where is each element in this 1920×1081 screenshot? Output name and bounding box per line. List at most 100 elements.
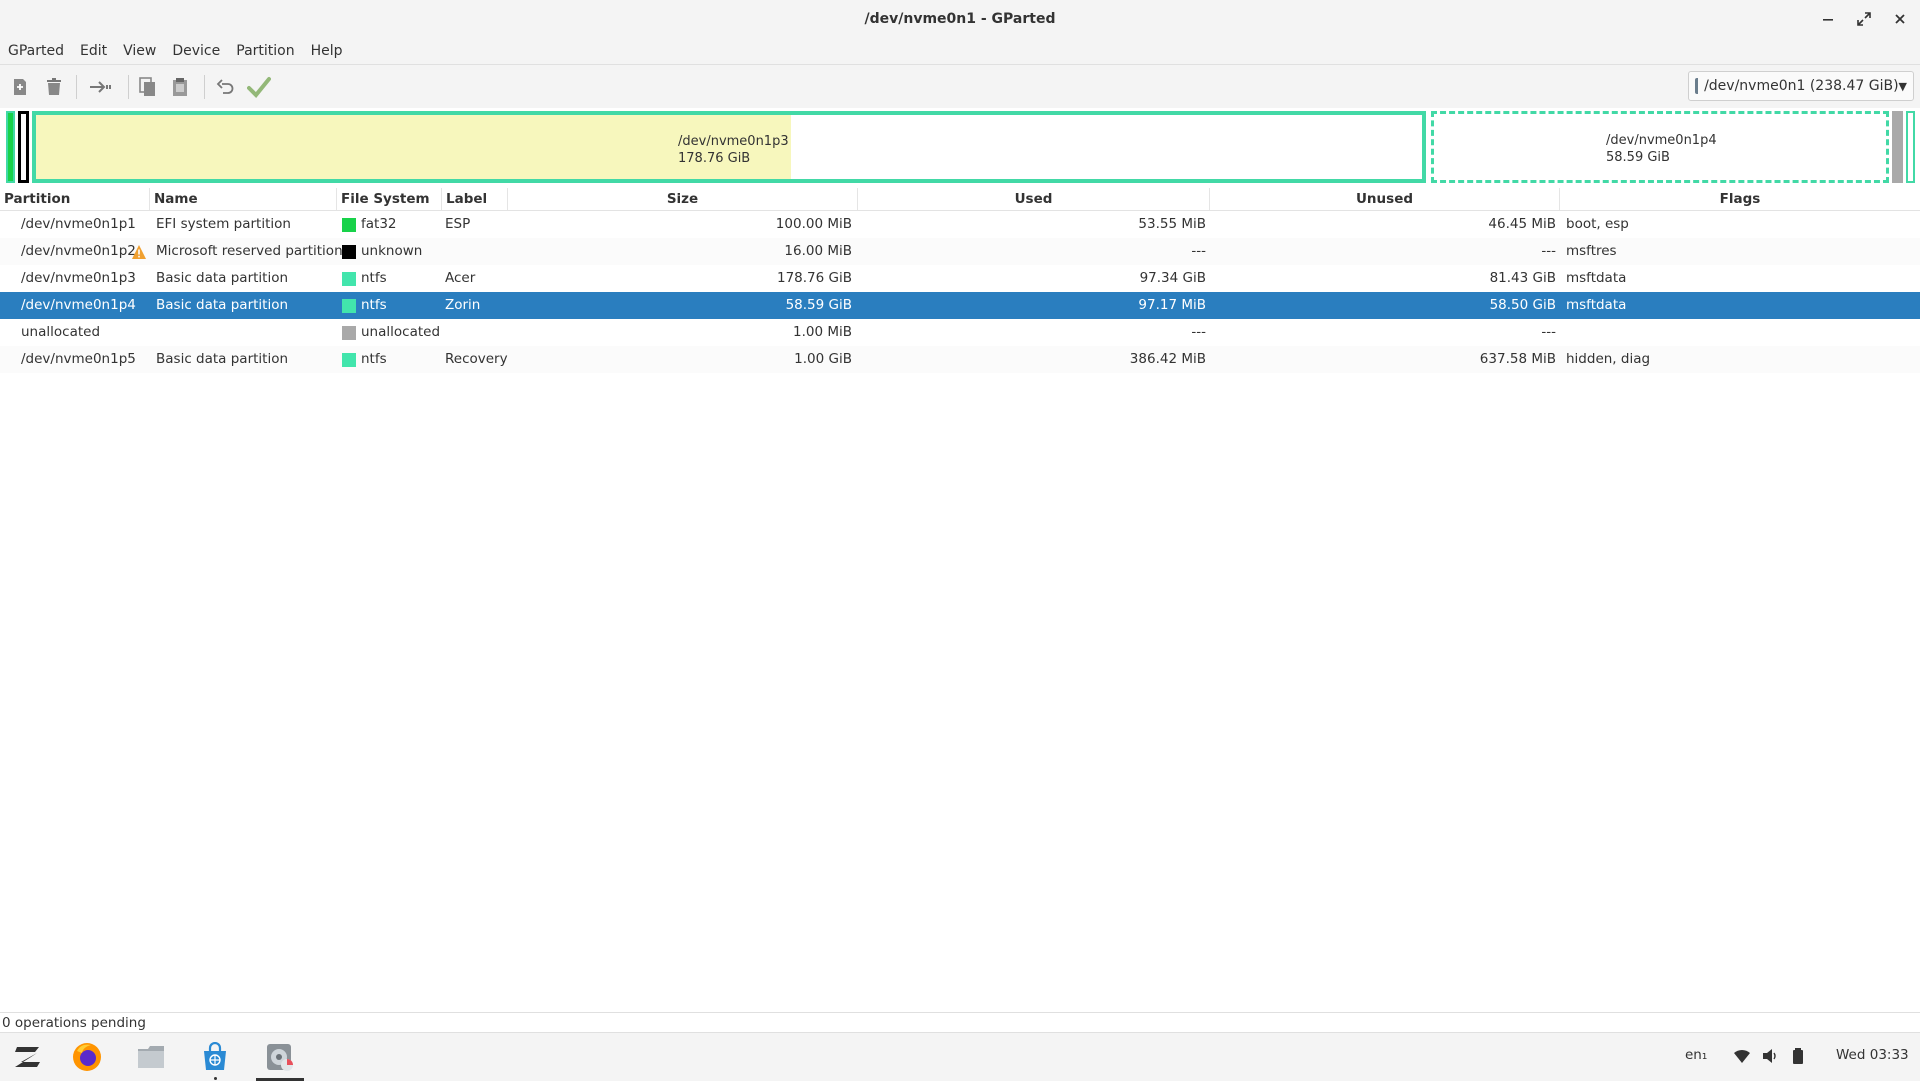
cell-unused: --- (1541, 243, 1556, 259)
toolbar-separator (204, 75, 205, 99)
maximize-button[interactable] (1846, 0, 1882, 38)
disk-map-partition-size: 58.59 GiB (1606, 150, 1670, 165)
cell-size: 100.00 MiB (775, 216, 852, 232)
disk-map-unallocated[interactable] (1892, 111, 1903, 183)
cell-partition: unallocated (21, 324, 101, 340)
wifi-icon[interactable] (1733, 1048, 1751, 1068)
column-header-name[interactable]: Name (150, 188, 337, 210)
cell-filesystem: ntfs (361, 351, 387, 367)
cell-unused: 81.43 GiB (1489, 270, 1556, 286)
zorin-menu-button[interactable] (12, 1041, 44, 1073)
filesystem-color-swatch (342, 326, 356, 340)
cell-partition: /dev/nvme0n1p5 (21, 351, 136, 367)
disk-map-partition-p4[interactable]: /dev/nvme0n1p4 58.59 GiB (1431, 111, 1889, 183)
cell-filesystem: ntfs (361, 270, 387, 286)
table-row[interactable]: /dev/nvme0n1p1 EFI system partition fat3… (0, 211, 1920, 238)
disk-map-partition-p3[interactable]: /dev/nvme0n1p3 178.76 GiB (32, 111, 1426, 183)
paste-button[interactable] (166, 73, 194, 101)
menu-partition[interactable]: Partition (228, 43, 302, 59)
column-header-size[interactable]: Size (508, 188, 858, 210)
status-text: 0 operations pending (2, 1015, 146, 1031)
table-row[interactable]: /dev/nvme0n1p3 Basic data partition ntfs… (0, 265, 1920, 292)
clock[interactable]: Wed 03:33 (1836, 1047, 1909, 1063)
zorin-menu-icon (15, 1047, 40, 1067)
apply-button[interactable] (245, 73, 273, 101)
column-header-unused[interactable]: Unused (1210, 188, 1560, 210)
cell-name: Basic data partition (156, 351, 289, 367)
table-row[interactable]: /dev/nvme0n1p2 Microsoft reserved partit… (0, 238, 1920, 265)
files-button[interactable] (135, 1041, 167, 1073)
battery-icon[interactable] (1792, 1048, 1804, 1068)
cell-partition: /dev/nvme0n1p4 (21, 297, 136, 313)
warning-icon (132, 245, 146, 259)
menu-bar: GParted Edit View Device Partition Help (0, 38, 1920, 64)
toolbar-separator (76, 75, 77, 99)
cell-flags: msftdata (1566, 297, 1627, 313)
column-header-flags[interactable]: Flags (1560, 188, 1920, 210)
column-header-partition[interactable]: Partition (0, 188, 150, 210)
column-header-filesystem[interactable]: File System (337, 188, 442, 210)
copy-icon (139, 77, 155, 96)
disk-map-partition-p5[interactable] (1906, 111, 1915, 183)
menu-gparted[interactable]: GParted (0, 43, 72, 59)
delete-partition-button[interactable] (40, 73, 68, 101)
cell-filesystem: unknown (361, 243, 423, 259)
toolbar-separator (128, 75, 129, 99)
new-partition-button[interactable] (6, 73, 34, 101)
firefox-button[interactable] (71, 1041, 103, 1073)
copy-button[interactable] (134, 73, 162, 101)
software-store-button[interactable] (199, 1041, 231, 1073)
new-icon (14, 79, 26, 95)
firefox-icon (73, 1043, 101, 1071)
cell-used: --- (1191, 243, 1206, 259)
filesystem-color-swatch (342, 245, 356, 259)
disk-map-partition-size: 178.76 GiB (678, 151, 751, 166)
gparted-button[interactable] (264, 1041, 296, 1073)
table-row[interactable]: unallocated unallocated 1.00 MiB --- --- (0, 319, 1920, 346)
column-header-label[interactable]: Label (442, 188, 508, 210)
column-header-used[interactable]: Used (858, 188, 1210, 210)
resize-move-button[interactable] (86, 73, 114, 101)
device-select[interactable]: /dev/nvme0n1 (238.47 GiB) ▼ (1688, 71, 1914, 101)
filesystem-color-swatch (342, 299, 356, 313)
table-row[interactable]: /dev/nvme0n1p5 Basic data partition ntfs… (0, 346, 1920, 373)
software-store-icon (204, 1042, 226, 1070)
cell-name: Microsoft reserved partition (156, 243, 343, 259)
cell-used: 53.55 MiB (1138, 216, 1206, 232)
menu-help[interactable]: Help (303, 43, 351, 59)
cell-label: Acer (445, 270, 476, 286)
menu-edit[interactable]: Edit (72, 43, 115, 59)
cell-used: 97.17 MiB (1138, 297, 1206, 313)
paste-icon (173, 78, 187, 96)
minimize-button[interactable] (1810, 0, 1846, 38)
chevron-down-icon: ▼ (1898, 79, 1907, 93)
apply-icon (247, 77, 271, 98)
cell-filesystem: ntfs (361, 297, 387, 313)
disk-map-partition-p1[interactable] (6, 111, 15, 183)
cell-unused: 46.45 MiB (1488, 216, 1556, 232)
cell-size: 58.59 GiB (785, 297, 852, 313)
cell-used: 386.42 MiB (1129, 351, 1206, 367)
cell-filesystem: unallocated (361, 324, 441, 340)
cell-label: Zorin (445, 297, 481, 313)
cell-name: Basic data partition (156, 297, 289, 313)
cell-partition: /dev/nvme0n1p1 (21, 216, 136, 232)
device-select-label: /dev/nvme0n1 (238.47 GiB) (1704, 78, 1899, 94)
disk-map-partition-p2[interactable] (18, 111, 29, 183)
cell-name: EFI system partition (156, 216, 291, 232)
keyboard-layout[interactable]: en₁ (1685, 1047, 1707, 1063)
filesystem-color-swatch (342, 218, 356, 232)
menu-view[interactable]: View (115, 43, 164, 59)
menu-device[interactable]: Device (164, 43, 228, 59)
disk-map-partition-name: /dev/nvme0n1p4 (1606, 133, 1717, 148)
title-bar: /dev/nvme0n1 - GParted (0, 0, 1920, 38)
files-icon (138, 1046, 164, 1068)
close-button[interactable] (1882, 0, 1918, 38)
undo-button[interactable] (212, 73, 240, 101)
cell-size: 16.00 MiB (784, 243, 852, 259)
status-bar: 0 operations pending (0, 1012, 1920, 1033)
table-row-selected[interactable]: /dev/nvme0n1p4 Basic data partition ntfs… (0, 292, 1920, 319)
minimize-icon (1823, 19, 1833, 21)
volume-icon[interactable] (1761, 1048, 1779, 1068)
cell-flags: boot, esp (1566, 216, 1629, 232)
